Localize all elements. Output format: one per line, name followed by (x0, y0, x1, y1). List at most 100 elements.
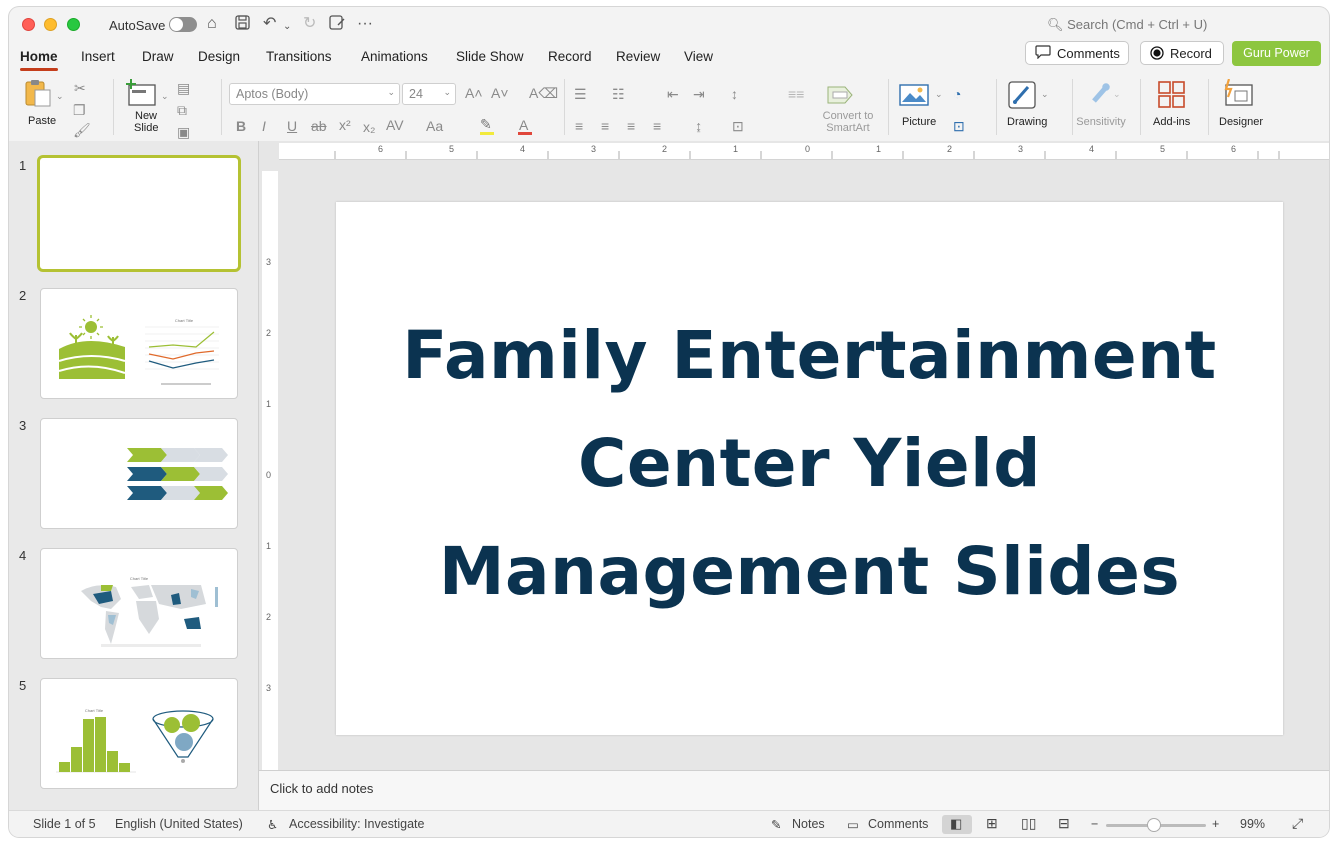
picture-icon[interactable] (899, 83, 929, 112)
zoom-in-icon[interactable]: + (1212, 817, 1219, 831)
font-size-combobox[interactable]: 24 ⌄ (402, 83, 456, 105)
undo-icon[interactable]: ↶ (263, 15, 276, 33)
notes-pane[interactable]: Click to add notes (259, 770, 1329, 811)
tab-home[interactable]: Home (20, 49, 58, 71)
slide-thumbnail-1[interactable] (37, 155, 241, 272)
undo-dropdown-chevron-icon[interactable]: ⌄ (283, 18, 291, 36)
notes-toggle-label[interactable]: Notes (792, 817, 825, 831)
accessibility-icon[interactable]: ♿︎ (267, 817, 278, 832)
decrease-font-size-icon[interactable]: A˅ (491, 86, 509, 100)
tab-review[interactable]: Review (616, 49, 660, 64)
decrease-indent-icon[interactable]: ⇤ (667, 87, 679, 101)
picture-dropdown-chevron-icon[interactable]: ⌄ (935, 87, 943, 101)
search-box[interactable]: 🔍︎ Search (Cmd + Ctrl + U) (1047, 17, 1207, 33)
tab-animations[interactable]: Animations (361, 49, 428, 64)
zoom-slider-knob[interactable] (1147, 818, 1161, 832)
slide-thumbnail-3[interactable] (40, 418, 238, 529)
notes-toggle-icon[interactable]: ✎ (771, 817, 781, 832)
horizontal-ruler[interactable]: 6 5 4 3 2 1 0 1 2 3 4 5 6 (279, 143, 1329, 160)
comments-toggle-icon[interactable]: ▭ (847, 817, 859, 832)
reading-view-icon[interactable]: ▯▯ (1021, 815, 1036, 832)
comments-button[interactable]: Comments (1025, 41, 1129, 65)
shapes-icon[interactable]: ◔ (953, 87, 961, 101)
tab-view[interactable]: View (684, 49, 713, 64)
slide-thumbnail-2[interactable]: Chart Title (40, 288, 238, 399)
layout-icon[interactable]: ▤ (177, 81, 190, 95)
tab-design[interactable]: Design (198, 49, 240, 64)
home-icon[interactable]: ⌂ (207, 15, 217, 33)
paste-dropdown-chevron-icon[interactable]: ⌄ (56, 89, 64, 103)
text-box-icon[interactable]: ⊡ (953, 119, 965, 133)
align-right-icon[interactable]: ≡ (627, 119, 635, 133)
save-icon[interactable] (235, 15, 250, 35)
vertical-ruler[interactable]: 3 2 1 0 1 2 3 (262, 171, 278, 771)
bullets-icon[interactable]: ☰ (574, 87, 587, 101)
zoom-window-button[interactable] (67, 18, 80, 31)
more-options-icon[interactable]: ··· (357, 15, 373, 33)
reset-slide-icon[interactable]: ⧉ (177, 103, 187, 117)
superscript-icon[interactable]: x² (339, 118, 351, 132)
justify-icon[interactable]: ≡ (653, 119, 661, 133)
underline-icon[interactable]: U (287, 119, 297, 133)
slide-canvas[interactable]: Family Entertainment Center Yield Manage… (336, 202, 1283, 735)
zoom-out-icon[interactable]: − (1091, 817, 1098, 831)
slide-thumbnail-4[interactable]: Chart Title (40, 548, 238, 659)
bold-icon[interactable]: B (236, 119, 246, 133)
ruler-number: 0 (266, 470, 272, 480)
sensitivity-dropdown-chevron-icon[interactable]: ⌄ (1113, 87, 1121, 101)
numbering-icon[interactable]: ☷ (612, 87, 625, 101)
zoom-level[interactable]: 99% (1240, 817, 1265, 831)
close-window-button[interactable] (22, 18, 35, 31)
section-icon[interactable]: ▣ (177, 125, 190, 139)
add-ins-icon[interactable] (1158, 81, 1186, 114)
sensitivity-icon[interactable] (1086, 79, 1114, 112)
smartart-icon[interactable] (825, 83, 855, 112)
copy-icon[interactable]: ❐ (73, 103, 86, 117)
align-text-icon[interactable]: ⊡ (732, 119, 744, 133)
accessibility-status[interactable]: Accessibility: Investigate (289, 817, 424, 831)
comments-toggle-label[interactable]: Comments (868, 817, 928, 831)
language-indicator[interactable]: English (United States) (115, 817, 243, 831)
slide-thumbnail-5[interactable]: Chart Title (40, 678, 238, 789)
tab-draw[interactable]: Draw (142, 49, 174, 64)
fit-to-window-icon[interactable]: ⤢ (1292, 815, 1303, 832)
new-slide-icon[interactable] (125, 79, 157, 112)
tab-slide-show[interactable]: Slide Show (456, 49, 524, 64)
slide-show-icon[interactable]: ⊟ (1058, 815, 1070, 832)
tab-transitions[interactable]: Transitions (266, 49, 332, 64)
columns-icon[interactable]: ≡≡ (788, 87, 804, 101)
guru-power-button[interactable]: Guru Power (1232, 41, 1321, 66)
tab-insert[interactable]: Insert (81, 49, 115, 64)
drawing-dropdown-chevron-icon[interactable]: ⌄ (1041, 87, 1049, 101)
minimize-window-button[interactable] (44, 18, 57, 31)
font-name-combobox[interactable]: Aptos (Body) ⌄ (229, 83, 400, 105)
save-as-icon[interactable] (329, 15, 345, 35)
character-spacing-icon[interactable]: AV (386, 118, 404, 132)
slide-title-textbox[interactable]: Family Entertainment Center Yield Manage… (336, 302, 1283, 626)
cut-icon[interactable]: ✂ (74, 81, 86, 95)
designer-icon[interactable] (1223, 78, 1255, 114)
italic-icon[interactable]: I (262, 119, 266, 133)
redo-icon[interactable]: ↻ (303, 15, 316, 33)
increase-indent-icon[interactable]: ⇥ (693, 87, 705, 101)
line-spacing-icon[interactable]: ↕ (731, 87, 738, 101)
normal-view-button[interactable]: ◧ (942, 815, 972, 834)
format-painter-icon[interactable]: 🖌︎ (73, 123, 91, 137)
paste-icon[interactable] (23, 78, 53, 113)
drawing-icon[interactable] (1008, 81, 1038, 116)
record-button[interactable]: Record (1140, 41, 1224, 65)
strikethrough-icon[interactable]: ab (311, 119, 327, 133)
autosave-toggle[interactable] (169, 17, 197, 32)
align-center-icon[interactable]: ≡ (601, 119, 609, 133)
new-slide-dropdown-chevron-icon[interactable]: ⌄ (161, 89, 169, 103)
slide-sorter-icon[interactable]: ⊞ (986, 815, 998, 832)
font-color-icon[interactable]: A (519, 118, 528, 132)
highlight-icon[interactable]: ✎ (480, 117, 492, 131)
subscript-icon[interactable]: x₂ (363, 120, 375, 134)
tab-record[interactable]: Record (548, 49, 592, 64)
change-case-icon[interactable]: Aa (426, 119, 443, 133)
align-left-icon[interactable]: ≡ (575, 119, 583, 133)
clear-formatting-icon[interactable]: A⌫ (529, 86, 558, 100)
increase-font-size-icon[interactable]: A˄ (465, 86, 483, 100)
text-direction-icon[interactable]: ↨ (695, 119, 702, 133)
